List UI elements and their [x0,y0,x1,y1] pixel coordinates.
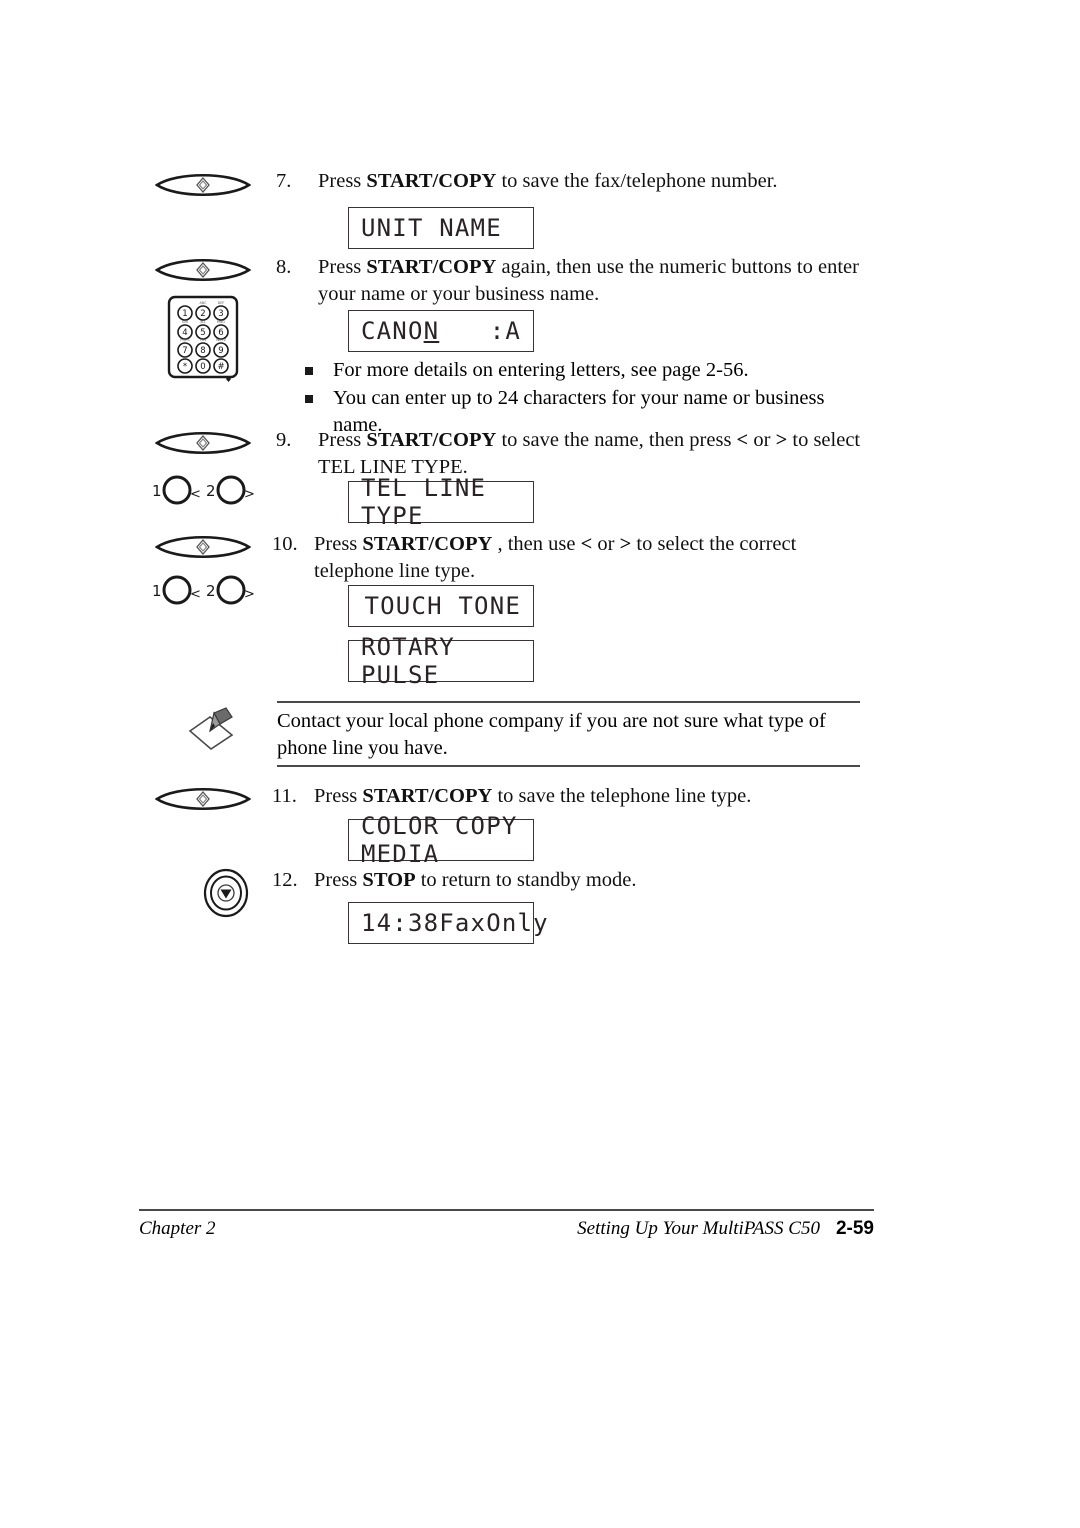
svg-text:2: 2 [206,482,216,500]
footer-chapter: Chapter 2 [139,1218,216,1239]
lcd-unit-name: UNIT NAME [348,207,534,249]
step-7: 7. Press START/COPY to save the fax/tele… [276,168,876,195]
footer-title: Setting Up Your MultiPASS C50 [577,1218,820,1239]
lcd-color-copy-media-text: COLOR COPY MEDIA [361,812,518,868]
svg-text:8: 8 [200,346,205,356]
svg-text:5: 5 [200,328,205,338]
bullet-square-icon [305,395,313,403]
start-copy-label: START/COPY [366,256,497,278]
svg-text:0: 0 [200,362,205,372]
start-copy-label: START/COPY [362,533,493,555]
svg-text:GHI: GHI [182,320,188,324]
note-bottom-rule [277,765,860,767]
svg-text:3: 3 [218,309,223,319]
step-11-text: Press START/COPY to save the telephone l… [314,785,752,807]
lcd-rotary-pulse: ROTARY PULSE [348,633,534,689]
stop-button-icon [202,868,250,918]
svg-text:WXYZ: WXYZ [216,338,227,342]
step-7-number: 7. [276,170,292,192]
lcd-touch-tone: TOUCH TONE [348,585,534,627]
step-9-text: Press START/COPY to save the name, then … [318,429,861,478]
lcd-cursor-char: N [423,317,440,345]
manual-page: 7. Press START/COPY to save the fax/tele… [0,0,1080,1528]
svg-text:4: 4 [182,328,187,338]
bullet-square-icon [305,367,313,375]
svg-text:>: > [244,587,255,602]
start-copy-button-icon [155,532,251,562]
arrow-keys-icon: 1 < 2 > [148,570,258,610]
lcd-rotary-pulse-text: ROTARY PULSE [361,633,455,689]
svg-text:7: 7 [182,346,187,356]
step-11: 11. Press START/COPY to save the telepho… [272,783,872,810]
step-8-number: 8. [276,256,292,278]
lcd-tel-line-type: TEL LINE TYPE [348,474,534,530]
lcd-standby-mode: FaxOnly [439,909,549,937]
svg-text:<: < [190,487,201,502]
svg-text:DEF: DEF [218,301,225,305]
step-11-number: 11. [272,785,297,807]
step-10-text: Press START/COPY , then use < or > to se… [314,533,797,582]
start-copy-label: START/COPY [362,785,493,807]
start-copy-label: START/COPY [366,429,497,451]
footer-rule [139,1209,874,1211]
svg-text:9: 9 [218,346,223,356]
note-text: Contact your local phone company if you … [277,710,826,759]
step-9: 9. Press START/COPY to save the name, th… [276,427,876,481]
svg-text:*: * [183,362,187,372]
svg-text:MNO: MNO [217,320,225,324]
bullet-item-1: For more details on entering letters, se… [305,357,865,384]
numeric-keypad-icon: 1 2 3 4 5 6 7 8 9 * 0 # ABC DEF GHI JKL MNO PQRS TUV… [166,294,240,382]
svg-text:2: 2 [200,309,205,319]
bullet-item-1-text: For more details on entering letters, se… [333,359,749,381]
stop-label: STOP [362,869,416,891]
footer-page-number: 2-59 [835,1218,874,1239]
step-12: 12. Press STOP to return to standby mode… [272,867,872,894]
svg-text:#: # [217,362,224,372]
step-12-number: 12. [272,869,298,891]
start-copy-button-icon [155,170,251,200]
svg-text:TUV: TUV [199,338,208,342]
step-9-number: 9. [276,429,292,451]
step-12-text: Press STOP to return to standby mode. [314,869,637,891]
lcd-canon-entry-left: CANON [361,317,440,345]
start-copy-button-icon [155,428,251,458]
note-top-rule [277,701,860,703]
start-copy-label: START/COPY [366,170,497,192]
step-8-text: Press START/COPY again, then use the num… [318,256,859,305]
arrow-keys-icon: 1 < 2 > [148,470,258,510]
note-pencil-icon [184,705,246,753]
lcd-standby: 14:38 FaxOnly [348,902,548,944]
lcd-standby-time: 14:38 [361,909,440,937]
svg-text:>: > [244,487,255,502]
svg-text:1: 1 [152,582,162,600]
step-10: 10. Press START/COPY , then use < or > t… [272,531,872,585]
step-7-text: Press START/COPY to save the fax/telepho… [318,170,778,192]
lcd-color-copy-media: COLOR COPY MEDIA [348,812,534,868]
lcd-canon-entry-right: :A [489,317,521,345]
svg-text:ABC: ABC [200,301,208,305]
svg-text:2: 2 [206,582,216,600]
svg-text:1: 1 [152,482,162,500]
start-copy-button-icon [155,784,251,814]
footer-running-head: Setting Up Your MultiPASS C50 2-59 [565,1218,874,1240]
step-10-number: 10. [272,533,298,555]
lcd-touch-tone-text: TOUCH TONE [364,592,521,620]
svg-text:6: 6 [218,328,223,338]
svg-text:1: 1 [182,309,187,319]
lcd-tel-line-type-text: TEL LINE TYPE [361,474,487,530]
svg-text:PQRS: PQRS [180,338,189,342]
lcd-canon-entry: CANON :A [348,310,534,352]
step-8: 8. Press START/COPY again, then use the … [276,254,876,308]
lcd-unit-name-text: UNIT NAME [361,214,502,242]
start-copy-button-icon [155,255,251,285]
svg-text:JKL: JKL [199,320,205,324]
svg-text:<: < [190,587,201,602]
